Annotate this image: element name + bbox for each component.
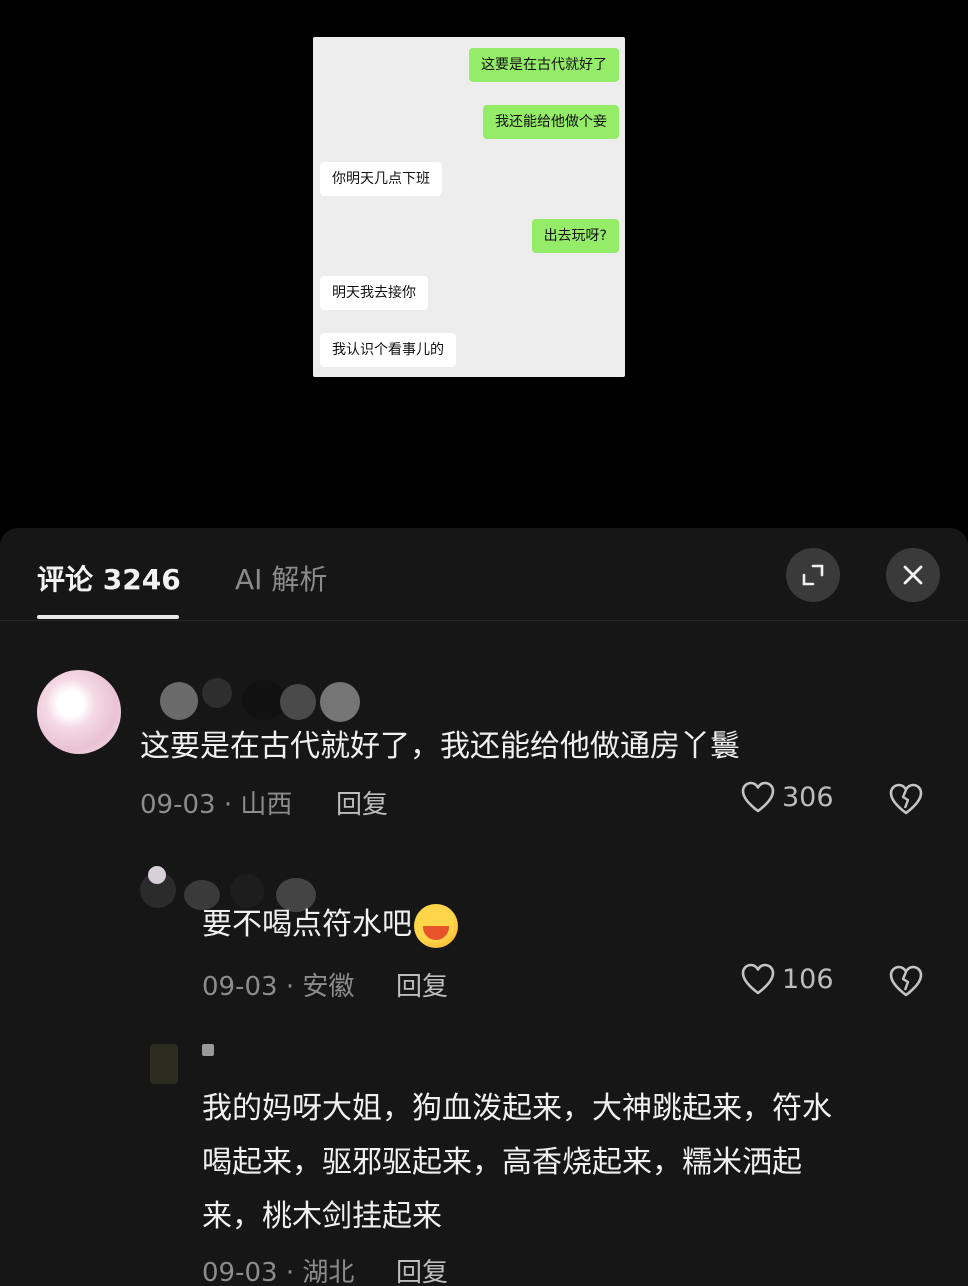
panel-tab-bar: 评论 3246 AI 解析 bbox=[0, 528, 968, 621]
chat-bubble-received: 明天我去接你 bbox=[320, 276, 428, 310]
chat-bubble-sent: 出去玩呀? bbox=[531, 219, 619, 253]
heart-icon bbox=[741, 781, 775, 813]
chat-screenshot-image: 这要是在古代就好了 我还能给他做个妾 你明天几点下班 出去玩呀? 明天我去接你 … bbox=[313, 37, 625, 377]
like-button[interactable]: 306 bbox=[740, 780, 834, 814]
comment-date-location: 09-03 · 安徽 bbox=[202, 972, 355, 1002]
comment-panel: 评论 3246 AI 解析 这要是在古代就好了，我还能给他做通房丫鬟 09-03… bbox=[0, 528, 968, 1286]
hot-face-emoji bbox=[414, 903, 458, 948]
comment-text-line: 我的妈呀大姐，狗血泼起来，大神跳起来，符水 bbox=[202, 1091, 832, 1126]
comment-text: 要不喝点符水吧 bbox=[202, 898, 458, 952]
close-icon bbox=[903, 565, 923, 585]
chat-bubble-received: 你明天几点下班 bbox=[320, 162, 442, 196]
dislike-button[interactable] bbox=[888, 964, 924, 1002]
chat-bubble-sent: 这要是在古代就好了 bbox=[469, 48, 619, 82]
comment-date-location: 09-03 · 山西 bbox=[140, 790, 293, 820]
heart-icon bbox=[741, 963, 775, 995]
comment-text-line: 来，桃木剑挂起来 bbox=[202, 1199, 442, 1234]
avatar[interactable] bbox=[37, 670, 121, 754]
reply-button[interactable]: 回复 bbox=[396, 966, 448, 1003]
chat-bubble-sent: 我还能给他做个妾 bbox=[483, 105, 619, 139]
like-button[interactable]: 106 bbox=[740, 962, 834, 996]
expand-button[interactable] bbox=[786, 548, 840, 602]
username-blurred[interactable] bbox=[160, 678, 370, 722]
username-blurred[interactable] bbox=[140, 858, 350, 912]
broken-heart-icon bbox=[889, 783, 923, 815]
tab-comments[interactable]: 评论 3246 bbox=[37, 558, 181, 598]
comment-date-location: 09-03 · 湖北 bbox=[202, 1258, 355, 1286]
expand-icon bbox=[802, 564, 824, 586]
username-blurred[interactable] bbox=[150, 1040, 230, 1084]
tab-ai-analysis[interactable]: AI 解析 bbox=[235, 558, 327, 598]
like-count: 106 bbox=[782, 963, 834, 995]
close-button[interactable] bbox=[886, 548, 940, 602]
broken-heart-icon bbox=[889, 965, 923, 997]
active-tab-indicator bbox=[37, 615, 179, 619]
like-count: 306 bbox=[782, 781, 834, 813]
comment-text-content: 要不喝点符水吧 bbox=[202, 907, 412, 942]
chat-bubble-received: 我认识个看事儿的 bbox=[320, 333, 456, 367]
comment-text-line: 喝起来，驱邪驱起来，高香烧起来，糯米洒起 bbox=[202, 1145, 802, 1180]
comment-text: 这要是在古代就好了，我还能给他做通房丫鬟 bbox=[140, 729, 740, 764]
dislike-button[interactable] bbox=[888, 782, 924, 820]
reply-button[interactable]: 回复 bbox=[336, 784, 388, 821]
reply-button[interactable]: 回复 bbox=[396, 1252, 448, 1286]
